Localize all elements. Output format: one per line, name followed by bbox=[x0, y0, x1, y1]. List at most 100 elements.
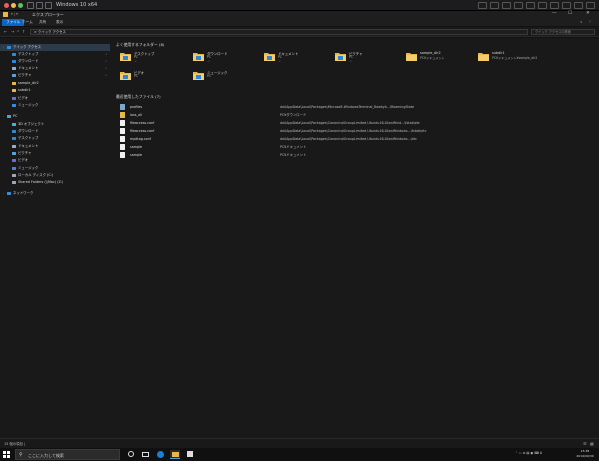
sidebar-item-label: subdir1 bbox=[18, 88, 31, 92]
taskbar-clock[interactable]: 15:38 2019/09/30 bbox=[573, 449, 597, 459]
recent-file-row[interactable]: sample PC¥ドキュメント bbox=[118, 143, 588, 151]
tab-home[interactable]: ホーム bbox=[18, 19, 37, 26]
file-name: fileaccess.conf bbox=[130, 121, 155, 125]
pin-icon: ⊸ bbox=[349, 59, 352, 63]
pin-icon: ⊸ bbox=[104, 52, 107, 56]
sidebar-item[interactable]: ドキュメント bbox=[0, 143, 110, 150]
vm-toolbar-icon[interactable] bbox=[562, 2, 571, 9]
sidebar-item[interactable]: ピクチャ bbox=[0, 150, 110, 157]
minimize-button[interactable]: — bbox=[552, 11, 557, 16]
frequent-folder-tile[interactable]: subdir1 PC¥ドキュメント¥sample_dir2 bbox=[478, 51, 548, 73]
quick-access-toolbar[interactable]: ▾ | ▾ bbox=[11, 12, 18, 16]
task-view-icon[interactable] bbox=[140, 450, 150, 459]
frequent-folder-tile[interactable]: ビデオ PC bbox=[120, 70, 190, 92]
frequent-folders-header[interactable]: よく使用するフォルダー (8) bbox=[116, 42, 164, 48]
expand-arrow-icon[interactable]: › bbox=[3, 190, 4, 197]
forward-button[interactable]: → bbox=[11, 29, 14, 34]
details-view-icon[interactable]: ☰ bbox=[583, 441, 587, 446]
tab-share[interactable]: 共有 bbox=[35, 19, 50, 26]
tab-view[interactable]: 表示 bbox=[52, 19, 67, 26]
desktop-icon bbox=[12, 53, 16, 56]
tray-icons[interactable]: ⌃ ▭ ⊡ ▤ ◉ ⌨ A bbox=[515, 451, 542, 455]
sidebar-item[interactable]: subdir1 bbox=[0, 87, 110, 94]
sidebar-item[interactable]: デスクトップ ⊸ bbox=[0, 51, 110, 58]
ribbon-expand-icon[interactable]: ∨ bbox=[580, 20, 583, 24]
sidebar-item-label: Shared Folders (\\Mac) (Z:) bbox=[18, 180, 64, 184]
vm-toolbar-icon[interactable] bbox=[502, 2, 511, 9]
recent-locations-icon[interactable]: ∨ bbox=[17, 29, 19, 33]
sidebar-item[interactable]: ピクチャ ⊸ bbox=[0, 72, 110, 79]
frequent-folder-tile[interactable]: ミュージック PC bbox=[193, 70, 263, 92]
close-traffic-light-icon[interactable] bbox=[4, 3, 9, 8]
sidebar-item[interactable]: ドキュメント ⊸ bbox=[0, 65, 110, 72]
recent-file-row[interactable]: sample PC¥ドキュメント bbox=[118, 151, 588, 159]
recent-file-row[interactable]: profiles dai\AppData\Local\Packages\Micro… bbox=[118, 103, 588, 111]
sidebar-item[interactable]: 3D オブジェクト bbox=[0, 121, 110, 128]
download-icon bbox=[12, 60, 16, 63]
pin-icon: ⊸ bbox=[134, 59, 137, 63]
sidebar-item[interactable]: デスクトップ bbox=[0, 135, 110, 142]
recent-file-row[interactable]: mpdtag.conf dai\AppData\Local\Packages\Ca… bbox=[118, 135, 588, 143]
folder-location: PC¥ドキュメント bbox=[420, 56, 445, 60]
search-placeholder: クイック アクセスの検索 bbox=[535, 30, 571, 34]
sidebar-item[interactable]: ビデオ bbox=[0, 157, 110, 164]
file-explorer-taskbar-icon[interactable] bbox=[170, 450, 180, 459]
cortana-icon[interactable] bbox=[126, 450, 136, 459]
vm-toolbar-icon[interactable] bbox=[490, 2, 499, 9]
sidebar-item[interactable]: ローカル ディスク (C:) bbox=[0, 172, 110, 179]
vm-toolbar-icon[interactable] bbox=[586, 2, 595, 9]
recent-file-row[interactable]: fileaccess.conf dai\AppData\Local\Package… bbox=[118, 119, 588, 127]
vm-toolbar-icon[interactable] bbox=[526, 2, 535, 9]
vm-toolbar-icon[interactable] bbox=[478, 2, 487, 9]
vm-settings-icon[interactable] bbox=[36, 2, 43, 9]
file-path: PC¥ドキュメント bbox=[280, 145, 307, 149]
recent-file-row[interactable]: fileaccess.conf dai\AppData\Local\Package… bbox=[118, 127, 588, 135]
zoom-traffic-light-icon[interactable] bbox=[18, 3, 23, 8]
3d-objects-icon bbox=[12, 123, 16, 126]
vm-play-icon[interactable] bbox=[45, 2, 52, 9]
sidebar-item[interactable]: ダウンロード ⊸ bbox=[0, 58, 110, 65]
sidebar-item[interactable]: ビデオ bbox=[0, 95, 110, 102]
file-icon bbox=[120, 120, 125, 126]
sidebar-item[interactable]: › PC bbox=[0, 113, 110, 120]
recent-files-header[interactable]: 最近使用したファイル (7) bbox=[116, 94, 161, 100]
frequent-folder-tile[interactable]: ドキュメント PC ⊸ bbox=[264, 51, 334, 73]
vm-toolbar-icon[interactable] bbox=[550, 2, 559, 9]
store-icon[interactable] bbox=[185, 450, 195, 459]
vm-toolbar-icon[interactable] bbox=[574, 2, 583, 9]
json-file-icon bbox=[120, 104, 125, 110]
sidebar-item[interactable]: ミュージック bbox=[0, 165, 110, 172]
recent-file-row[interactable]: loxs_all PC¥ダウンロード bbox=[118, 111, 588, 119]
address-bar[interactable]: > クイック アクセス bbox=[30, 29, 528, 35]
expand-arrow-icon[interactable]: › bbox=[3, 113, 4, 120]
frequent-folder-tile[interactable]: ピクチャ PC ⊸ bbox=[335, 51, 405, 73]
expand-arrow-icon[interactable]: › bbox=[3, 44, 4, 51]
help-icon[interactable]: ? bbox=[589, 20, 591, 24]
edge-browser-icon[interactable] bbox=[155, 450, 165, 459]
large-icons-view-icon[interactable]: ▦ bbox=[590, 441, 594, 446]
vm-window-icon[interactable] bbox=[27, 2, 34, 9]
back-button[interactable]: ← bbox=[4, 29, 7, 34]
windows-start-icon[interactable] bbox=[3, 451, 10, 458]
vm-toolbar-icon[interactable] bbox=[514, 2, 523, 9]
close-button[interactable]: ✕ bbox=[586, 11, 590, 16]
sidebar-item-label: ミュージック bbox=[18, 103, 39, 107]
file-path: dai\AppData\Local\Packages\CanonicalGrou… bbox=[280, 137, 417, 141]
sidebar-item[interactable]: Shared Folders (\\Mac) (Z:) bbox=[0, 179, 110, 186]
file-name: fileaccess.conf bbox=[130, 129, 155, 133]
status-bar: 15 個の項目 | ☰ ▦ bbox=[0, 438, 599, 448]
sidebar-item[interactable]: ミュージック bbox=[0, 102, 110, 109]
taskbar-search-box[interactable]: ⚲ ここに入力して検索 bbox=[15, 449, 120, 460]
sidebar-item[interactable]: sample_dir2 bbox=[0, 80, 110, 87]
up-button[interactable]: ↑ bbox=[22, 29, 25, 34]
file-name: loxs_all bbox=[130, 113, 143, 117]
frequent-folder-tile[interactable]: sample_dir2 PC¥ドキュメント bbox=[406, 51, 476, 73]
maximize-button[interactable]: ☐ bbox=[568, 11, 572, 16]
sidebar-item[interactable]: › ネットワーク bbox=[0, 190, 110, 197]
sidebar-item[interactable]: ダウンロード bbox=[0, 128, 110, 135]
drive-icon bbox=[12, 174, 16, 177]
minimize-traffic-light-icon[interactable] bbox=[11, 3, 16, 8]
sidebar-item[interactable]: › クイック アクセス bbox=[0, 44, 110, 51]
search-input[interactable]: クイック アクセスの検索 bbox=[531, 29, 595, 35]
vm-toolbar-icon[interactable] bbox=[538, 2, 547, 9]
